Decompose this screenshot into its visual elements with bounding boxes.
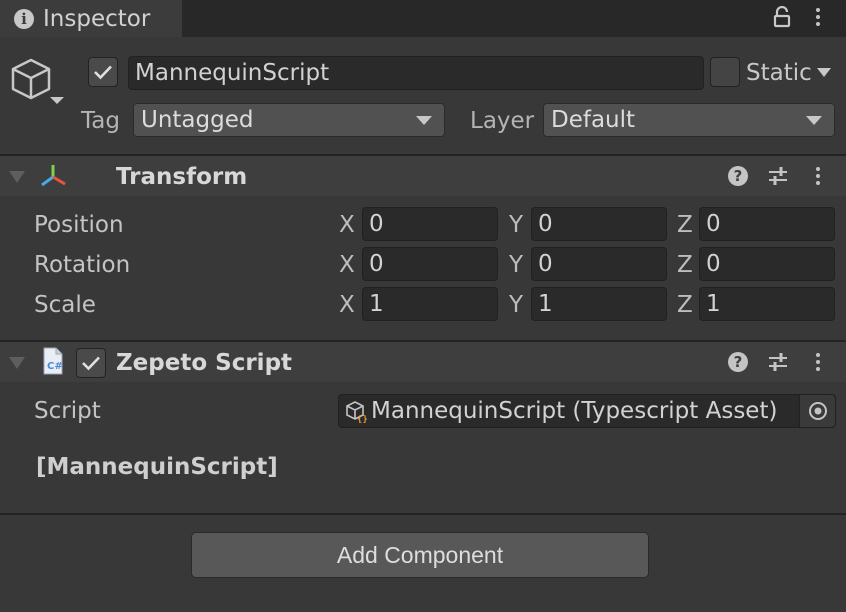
static-dropdown-icon[interactable] [817, 68, 831, 77]
foldout-arrow-icon[interactable] [9, 171, 25, 183]
scale-x-field[interactable]: 1 [362, 287, 498, 321]
axis-y-label[interactable]: Y [509, 252, 523, 278]
rotation-x-value: 0 [369, 251, 384, 277]
svg-text:C#: C# [47, 361, 63, 372]
zepeto-script-title: Zepeto Script [116, 350, 293, 376]
rotation-y-value: 0 [538, 251, 553, 277]
kebab-menu-icon[interactable] [816, 8, 820, 26]
axis-x-label[interactable]: X [339, 252, 355, 278]
info-icon: i [14, 8, 34, 29]
axis-y-label[interactable]: Y [509, 292, 523, 318]
script-object-value: MannequinScript (Typescript Asset) [371, 398, 778, 424]
kebab-menu-icon[interactable] [816, 167, 820, 185]
rotation-z-field[interactable]: 0 [699, 247, 835, 281]
position-z-field[interactable]: 0 [699, 207, 835, 241]
add-component-button[interactable]: Add Component [191, 532, 649, 578]
position-x-field[interactable]: 0 [362, 207, 498, 241]
axis-x-label[interactable]: X [339, 212, 355, 238]
scale-x-value: 1 [369, 291, 384, 317]
position-z-value: 0 [706, 211, 721, 237]
transform-title: Transform [116, 164, 248, 190]
rotation-z-value: 0 [706, 251, 721, 277]
object-picker-icon [808, 402, 827, 420]
object-picker-button[interactable] [799, 395, 835, 427]
axis-z-label[interactable]: Z [677, 292, 693, 318]
script-object-field[interactable]: {} MannequinScript (Typescript Asset) [338, 394, 836, 428]
rotation-label: Rotation [34, 252, 131, 278]
layer-value: Default [551, 107, 636, 133]
separator [0, 513, 846, 515]
rotation-x-field[interactable]: 0 [362, 247, 498, 281]
axis-y-label[interactable]: Y [509, 212, 523, 238]
position-y-field[interactable]: 0 [531, 207, 667, 241]
position-x-value: 0 [369, 211, 384, 237]
tag-label: Tag [81, 108, 120, 134]
typescript-asset-icon: {} [346, 401, 368, 423]
tab-title: Inspector [43, 5, 151, 32]
csharp-script-icon: C# [43, 347, 63, 375]
object-name-value: MannequinScript [135, 60, 330, 86]
active-checkbox[interactable] [88, 57, 118, 87]
static-label[interactable]: Static [746, 60, 812, 86]
scale-z-value: 1 [706, 291, 721, 317]
help-icon[interactable]: ? [728, 352, 748, 372]
static-checkbox[interactable] [710, 57, 740, 87]
axis-z-label[interactable]: Z [677, 252, 693, 278]
svg-text:{}: {} [357, 415, 368, 423]
scale-y-value: 1 [538, 291, 553, 317]
scale-y-field[interactable]: 1 [531, 287, 667, 321]
preset-icon[interactable] [767, 165, 789, 187]
scale-z-field[interactable]: 1 [699, 287, 835, 321]
tag-value: Untagged [141, 107, 254, 133]
layer-dropdown[interactable]: Default [543, 103, 835, 137]
lock-icon[interactable] [773, 6, 791, 28]
position-y-value: 0 [538, 211, 553, 237]
object-name-field[interactable]: MannequinScript [128, 56, 704, 90]
axis-z-label[interactable]: Z [677, 212, 693, 238]
zepeto-script-enabled-checkbox[interactable] [76, 348, 106, 378]
tab-inspector[interactable]: i Inspector [0, 0, 182, 37]
axis-x-label[interactable]: X [339, 292, 355, 318]
position-label: Position [34, 212, 124, 238]
chevron-down-icon [806, 116, 822, 125]
cube-icon[interactable] [10, 58, 66, 110]
transform-axes-icon [41, 165, 66, 187]
foldout-arrow-icon[interactable] [9, 357, 25, 369]
rotation-y-field[interactable]: 0 [531, 247, 667, 281]
preset-icon[interactable] [767, 351, 789, 373]
checkmark-icon [82, 356, 100, 371]
scale-label: Scale [34, 292, 96, 318]
layer-label: Layer [470, 108, 535, 134]
chevron-down-icon [416, 116, 432, 125]
kebab-menu-icon[interactable] [816, 353, 820, 371]
tag-dropdown[interactable]: Untagged [133, 103, 445, 137]
script-class-name: [MannequinScript] [36, 454, 278, 480]
checkmark-icon [94, 65, 112, 80]
help-icon[interactable]: ? [728, 166, 748, 186]
script-label: Script [34, 398, 101, 424]
